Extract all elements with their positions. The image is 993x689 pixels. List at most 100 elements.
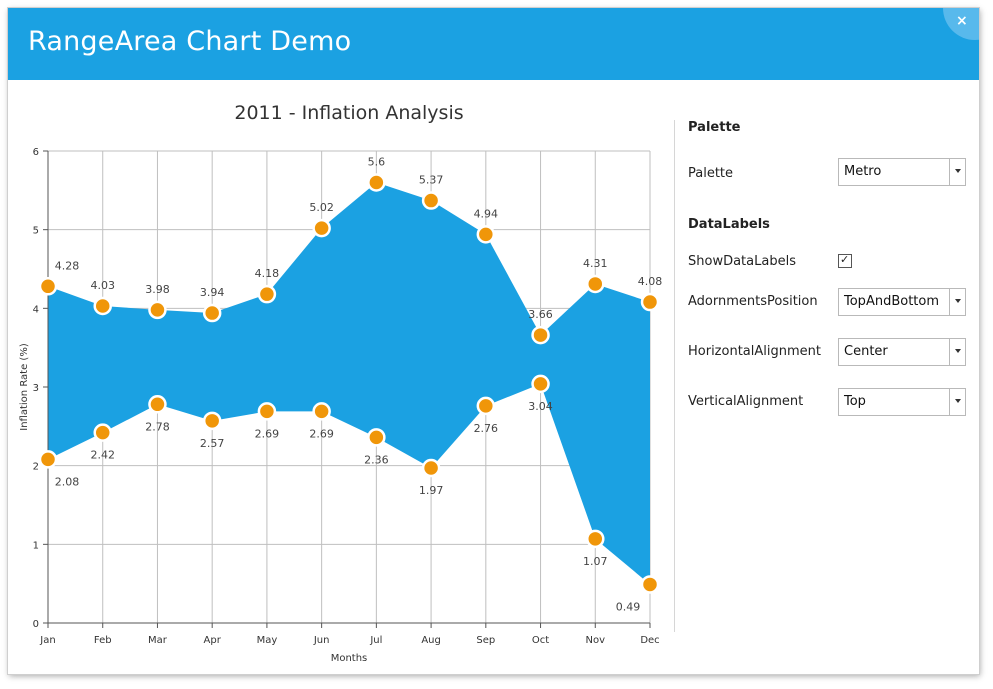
high-marker — [476, 225, 496, 244]
low-data-label: 2.57 — [200, 437, 225, 450]
low-marker — [93, 423, 112, 442]
high-marker — [257, 284, 277, 304]
checkmark-icon: ✓ — [840, 253, 850, 266]
low-data-label: 2.78 — [145, 420, 170, 433]
chevron-down-icon — [955, 399, 961, 403]
high-data-label: 3.98 — [145, 283, 170, 296]
y-tick-label: 0 — [33, 619, 39, 630]
low-data-label: 1.07 — [583, 555, 608, 568]
high-data-label: 4.28 — [55, 259, 80, 272]
high-marker — [93, 296, 112, 316]
low-marker — [202, 411, 222, 431]
low-data-label: 2.69 — [309, 427, 334, 440]
low-marker — [148, 395, 167, 414]
high-marker — [202, 303, 222, 323]
show-datalabels-label: ShowDataLabels — [688, 254, 796, 269]
show-datalabels-checkbox[interactable]: ✓ — [838, 253, 852, 268]
low-marker — [640, 575, 660, 594]
low-marker — [38, 450, 58, 469]
low-data-label: 2.08 — [55, 475, 80, 488]
x-tick-label: May — [257, 635, 278, 646]
high-data-label: 4.94 — [474, 207, 499, 220]
x-tick-label: Nov — [586, 635, 606, 646]
chart-svg: 2011 - Inflation Analysis 0 1 2 3 4 5 6 Jan Feb Ma… — [19, 102, 663, 664]
low-marker — [312, 402, 331, 421]
high-marker — [148, 300, 167, 320]
close-button[interactable]: × — [943, 8, 979, 40]
high-marker — [312, 218, 331, 238]
low-marker — [421, 458, 441, 478]
x-axis-title: Months — [331, 653, 368, 664]
y-tick-label: 1 — [33, 540, 39, 551]
demo-window: RangeArea Chart Demo × 2011 - Inflation … — [8, 8, 979, 674]
chevron-down-icon — [955, 299, 961, 303]
x-tick-label: Feb — [94, 635, 112, 646]
high-data-label: 5.6 — [368, 155, 386, 168]
palette-value: Metro — [844, 164, 882, 179]
range-area-series — [48, 182, 650, 585]
high-marker — [531, 325, 550, 345]
x-tick-label: Aug — [421, 635, 441, 646]
high-data-label: 5.02 — [309, 201, 334, 214]
range-area-chart: 2011 - Inflation Analysis 0 1 2 3 4 5 6 Jan Feb Ma… — [8, 80, 674, 674]
chevron-down-icon — [955, 169, 961, 173]
low-marker — [476, 396, 496, 416]
palette-combobox[interactable]: Metro — [838, 158, 966, 186]
panel-divider — [674, 120, 675, 632]
low-data-label: 1.97 — [419, 484, 444, 497]
y-tick-label: 6 — [33, 147, 39, 158]
palette-label: Palette — [688, 166, 734, 181]
adornments-position-label: AdornmentsPosition — [688, 294, 818, 309]
combo-separator — [949, 289, 950, 315]
high-data-label: 3.94 — [200, 286, 225, 299]
x-tick-label: Oct — [532, 635, 549, 646]
low-marker — [531, 374, 550, 394]
high-marker — [38, 277, 58, 296]
high-data-label: 4.03 — [90, 279, 115, 292]
x-tick-label: Jul — [369, 635, 382, 646]
low-data-label: 2.76 — [474, 422, 499, 435]
adornments-position-combobox[interactable]: TopAndBottom — [838, 288, 966, 316]
x-tick-label: Jun — [313, 635, 330, 646]
high-marker — [367, 173, 386, 192]
x-tick-label: Dec — [640, 635, 659, 646]
high-marker — [640, 292, 660, 312]
combo-separator — [949, 159, 950, 185]
vertical-alignment-combobox[interactable]: Top — [838, 388, 966, 416]
low-marker — [367, 428, 386, 447]
adornments-position-value: TopAndBottom — [844, 294, 940, 309]
horizontal-alignment-combobox[interactable]: Center — [838, 338, 966, 366]
low-data-label: 2.42 — [90, 449, 115, 462]
y-axis-title: Inflation Rate (%) — [19, 343, 30, 431]
vertical-alignment-value: Top — [844, 394, 866, 409]
chevron-down-icon — [955, 349, 961, 353]
low-marker — [257, 402, 277, 421]
window-title: RangeArea Chart Demo — [28, 26, 352, 57]
vertical-alignment-label: VerticalAlignment — [688, 394, 804, 409]
datalabels-section-heading: DataLabels — [688, 217, 770, 232]
high-data-label: 3.66 — [528, 308, 553, 321]
y-tick-label: 5 — [33, 226, 39, 237]
high-data-label: 4.31 — [583, 257, 608, 270]
palette-section-heading: Palette — [688, 120, 741, 135]
x-tick-label: Jan — [39, 635, 55, 646]
low-marker — [586, 529, 605, 549]
y-tick-label: 2 — [33, 462, 39, 473]
combo-separator — [949, 389, 950, 415]
x-tick-label: Apr — [204, 635, 222, 646]
title-bar: RangeArea Chart Demo × — [8, 8, 979, 80]
chart-title: 2011 - Inflation Analysis — [234, 102, 463, 124]
x-tick-label: Sep — [476, 635, 495, 646]
high-data-label: 5.37 — [419, 174, 444, 187]
low-data-label: 0.49 — [616, 600, 641, 613]
low-data-label: 2.36 — [364, 453, 389, 466]
x-tick-label: Mar — [148, 635, 168, 646]
y-tick-label: 3 — [33, 383, 39, 394]
high-data-label: 4.18 — [255, 267, 280, 280]
low-data-label: 3.04 — [528, 400, 553, 413]
high-marker — [586, 274, 605, 294]
horizontal-alignment-label: HorizontalAlignment — [688, 344, 821, 359]
y-tick-label: 4 — [33, 304, 39, 315]
high-data-label: 4.08 — [638, 275, 663, 288]
low-data-label: 2.69 — [255, 427, 280, 440]
